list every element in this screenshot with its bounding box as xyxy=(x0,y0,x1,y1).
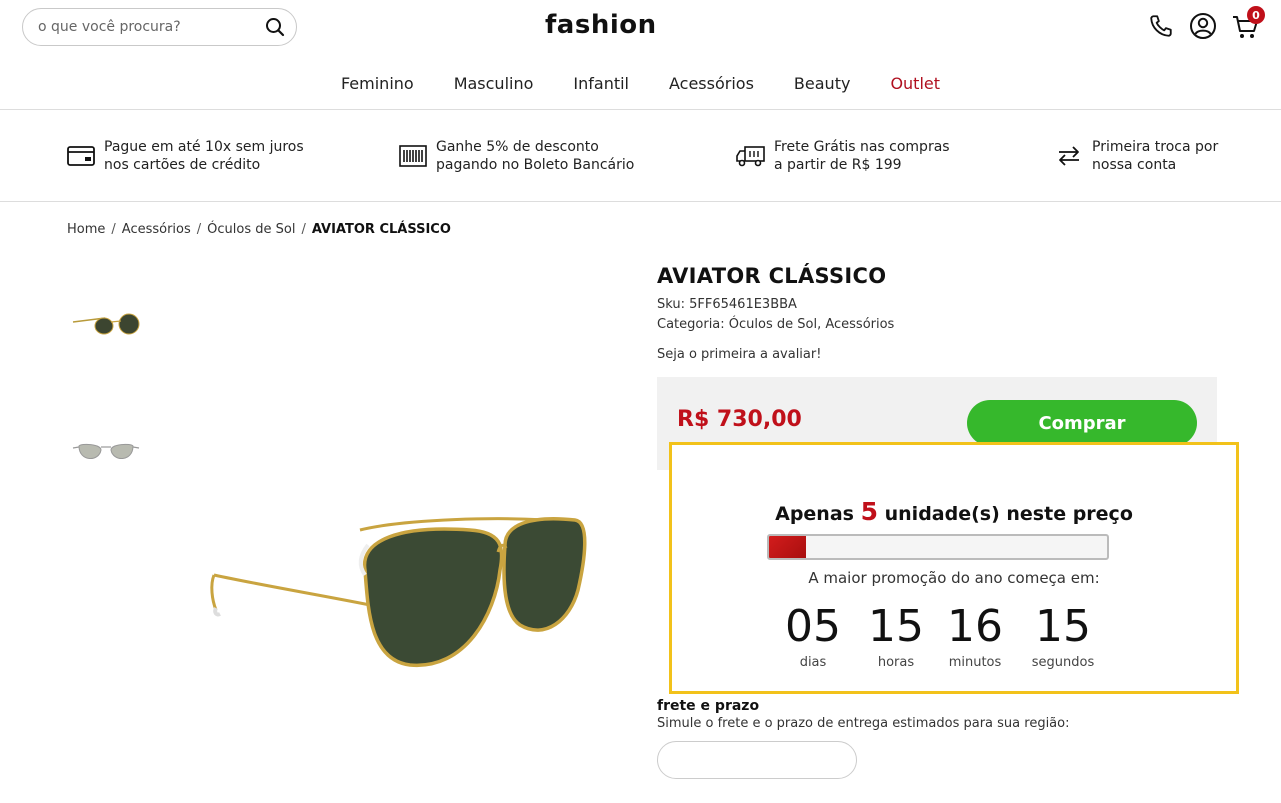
countdown-label: segundos xyxy=(1031,655,1095,670)
benefit-installments: Pague em até 10x sem juros nos cartões de… xyxy=(66,138,304,174)
shipping-description: Simule o frete e o prazo de entrega esti… xyxy=(657,716,1070,731)
benefit-free-shipping: Frete Grátis nas compras a partir de R$ 1… xyxy=(736,138,950,174)
cart-icon[interactable]: 0 xyxy=(1231,6,1265,40)
product-sku: Sku: 5FF65461E3BBA xyxy=(657,297,797,312)
benefit-line: Ganhe 5% de desconto xyxy=(436,139,599,155)
stock-progress-bar xyxy=(767,534,1109,560)
countdown-minutes: 16 minutos xyxy=(930,601,1020,671)
nav-item-outlet[interactable]: Outlet xyxy=(890,74,940,93)
nav-item-infantil[interactable]: Infantil xyxy=(573,74,629,93)
main-nav: Feminino Masculino Infantil Acessórios B… xyxy=(0,74,1281,93)
search-icon[interactable] xyxy=(264,16,286,38)
breadcrumb: Home / Acessórios / Óculos de Sol / AVIA… xyxy=(67,222,451,237)
benefit-line: nossa conta xyxy=(1092,157,1177,173)
promo-prefix: Apenas xyxy=(775,503,854,525)
countdown-value: 05 xyxy=(785,601,841,652)
benefit-line: nos cartões de crédito xyxy=(104,157,261,173)
breadcrumb-separator: / xyxy=(196,222,202,237)
benefit-exchange: Primeira troca por nossa conta xyxy=(1054,138,1218,174)
zipcode-input[interactable] xyxy=(657,741,857,779)
exchange-icon xyxy=(1054,141,1084,171)
promo-countdown-box: Apenas 5 unidade(s) neste preço A maior … xyxy=(669,442,1239,694)
divider xyxy=(0,201,1281,202)
credit-card-icon xyxy=(66,141,96,171)
breadcrumb-oculos[interactable]: Óculos de Sol xyxy=(207,222,295,237)
countdown-label: horas xyxy=(877,655,915,670)
countdown-label: minutos xyxy=(948,655,1002,670)
benefit-line: Pague em até 10x sem juros xyxy=(104,139,304,155)
countdown-hours: 15 horas xyxy=(851,601,941,671)
breadcrumb-separator: / xyxy=(301,222,306,237)
divider xyxy=(0,109,1281,110)
product-thumbnail[interactable] xyxy=(70,426,142,476)
product-category: Categoria: Óculos de Sol, Acessórios xyxy=(657,317,895,332)
countdown-value: 15 xyxy=(1035,601,1091,652)
shipping-title: frete e prazo xyxy=(657,698,760,714)
nav-item-beauty[interactable]: Beauty xyxy=(794,74,851,93)
stock-progress-fill xyxy=(769,536,807,558)
search-input[interactable] xyxy=(38,19,264,35)
product-main-image[interactable] xyxy=(200,500,600,690)
breadcrumb-separator: / xyxy=(111,222,116,237)
phone-icon[interactable] xyxy=(1147,12,1175,40)
countdown-value: 16 xyxy=(947,601,1003,652)
nav-item-acessorios[interactable]: Acessórios xyxy=(669,74,754,93)
barcode-icon xyxy=(398,141,428,171)
promo-headline: Apenas 5 unidade(s) neste preço xyxy=(672,497,1236,526)
product-thumbnail[interactable] xyxy=(70,296,142,346)
truck-icon xyxy=(736,141,766,171)
countdown-days: 05 dias xyxy=(768,601,858,671)
promo-subtitle: A maior promoção do ano começa em: xyxy=(808,569,1100,587)
benefit-line: a partir de R$ 199 xyxy=(774,157,902,173)
nav-item-masculino[interactable]: Masculino xyxy=(454,74,534,93)
site-logo[interactable]: fashion xyxy=(545,10,657,40)
benefit-boleto: Ganhe 5% de desconto pagando no Boleto Ba… xyxy=(398,138,634,174)
benefit-line: pagando no Boleto Bancário xyxy=(436,157,635,173)
nav-item-feminino[interactable]: Feminino xyxy=(341,74,414,93)
promo-suffix: unidade(s) neste preço xyxy=(884,503,1133,525)
buy-button[interactable]: Comprar xyxy=(967,400,1197,446)
breadcrumb-acessorios[interactable]: Acessórios xyxy=(122,222,191,237)
benefit-line: Frete Grátis nas compras xyxy=(774,139,950,155)
search-box[interactable] xyxy=(22,8,297,46)
countdown-seconds: 15 segundos xyxy=(1018,601,1108,671)
review-link[interactable]: Seja o primeira a avaliar! xyxy=(657,347,821,362)
user-icon[interactable] xyxy=(1189,12,1217,40)
breadcrumb-home[interactable]: Home xyxy=(67,222,105,237)
promo-units: 5 xyxy=(860,497,878,526)
benefit-line: Primeira troca por xyxy=(1092,139,1219,155)
cart-count-badge: 0 xyxy=(1247,6,1265,24)
countdown-label: dias xyxy=(799,655,827,670)
product-price: R$ 730,00 xyxy=(677,407,802,432)
product-title: AVIATOR CLÁSSICO xyxy=(657,264,887,288)
breadcrumb-current: AVIATOR CLÁSSICO xyxy=(311,222,451,237)
countdown-value: 15 xyxy=(868,601,924,652)
